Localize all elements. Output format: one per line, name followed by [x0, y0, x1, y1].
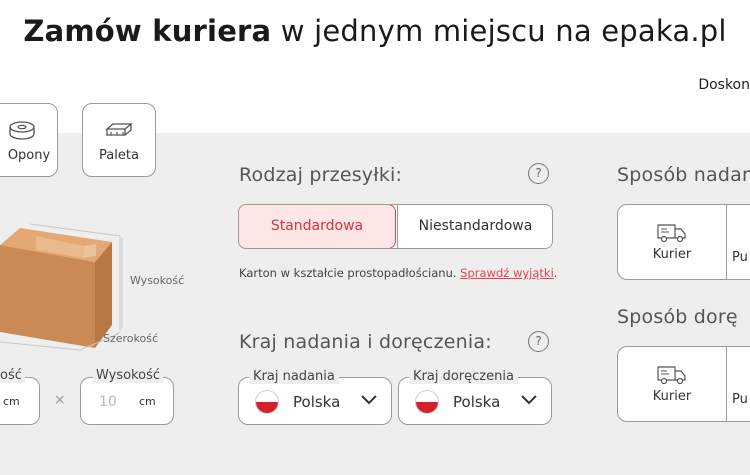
height-legend: Wysokość — [93, 368, 163, 383]
shipment-type-help-icon[interactable]: ? — [528, 163, 549, 184]
delivery-method-courier[interactable]: Kurier — [618, 347, 726, 421]
description-end: . — [553, 266, 558, 280]
sending-method-options: Kurier Pu — [617, 204, 750, 280]
origin-country-value: Polska — [293, 393, 341, 411]
destination-country-select[interactable]: Kraj doręczenia Polska — [398, 369, 552, 425]
pallet-icon — [105, 123, 133, 136]
shipment-type-nonstandard[interactable]: Niestandardowa — [397, 205, 552, 248]
origin-country-select[interactable]: Kraj nadania Polska — [238, 369, 392, 425]
width-dimension-label: Szerokość — [103, 332, 159, 345]
delivery-courier-label: Kurier — [652, 389, 692, 404]
sending-method-courier[interactable]: Kurier — [618, 205, 726, 279]
delivery-method-point[interactable]: Pu — [726, 347, 750, 421]
height-placeholder: 10 — [99, 394, 117, 410]
height-input[interactable]: Wysokość 10 cm — [80, 368, 174, 425]
destination-country-legend: Kraj doręczenia — [409, 369, 518, 384]
poland-flag-icon — [255, 390, 279, 414]
truck-icon — [657, 224, 686, 243]
shipment-type-title: Rodzaj przesyłki: — [239, 164, 403, 186]
sending-method-point[interactable]: Pu — [726, 205, 750, 279]
times-symbol: × — [54, 392, 66, 408]
package-type-tires[interactable]: Opony — [0, 103, 58, 177]
destination-country-value: Polska — [453, 393, 501, 411]
height-unit: cm — [139, 395, 156, 408]
exceptions-link[interactable]: Sprawdź wyjątki — [460, 266, 554, 280]
delivery-method-title: Sposób dorę — [617, 306, 738, 328]
chevron-down-icon — [521, 395, 537, 405]
shipment-type-description: Karton w kształcie prostopadłościanu. Sp… — [239, 266, 557, 280]
length-input[interactable]: ość cm — [0, 368, 40, 425]
package-type-pallet-label: Paleta — [99, 148, 139, 163]
headline-rest: w jednym miejscu na epaka.pl — [280, 14, 727, 48]
length-unit: cm — [3, 395, 20, 408]
shipment-type-standard[interactable]: Standardowa — [239, 205, 396, 248]
countries-title: Kraj nadania i doręczenia: — [239, 331, 492, 353]
sending-point-label: Pu — [732, 250, 748, 265]
headline-bold: Zamów kuriera — [23, 14, 272, 48]
delivery-method-options: Kurier Pu — [617, 346, 750, 422]
origin-country-legend: Kraj nadania — [249, 369, 339, 384]
delivery-point-label: Pu — [732, 392, 748, 407]
countries-help-icon[interactable]: ? — [528, 331, 549, 352]
package-type-pallet[interactable]: Paleta — [82, 103, 156, 177]
package-type-tires-label: Opony — [7, 148, 51, 163]
tire-icon — [9, 121, 35, 140]
top-right-text: Doskon — [698, 77, 750, 93]
length-legend: ość — [0, 368, 25, 383]
shipment-type-selector: Standardowa Niestandardowa — [238, 204, 553, 249]
truck-icon — [657, 366, 686, 385]
description-text: Karton w kształcie prostopadłościanu. — [239, 266, 457, 280]
height-dimension-label: Wysokość — [130, 274, 185, 287]
sending-method-title: Sposób nadan — [617, 164, 750, 186]
sending-courier-label: Kurier — [652, 247, 692, 262]
page-headline: Zamów kuriera w jednym miejscu na epaka.… — [0, 14, 750, 48]
chevron-down-icon — [361, 395, 377, 405]
poland-flag-icon — [415, 390, 439, 414]
